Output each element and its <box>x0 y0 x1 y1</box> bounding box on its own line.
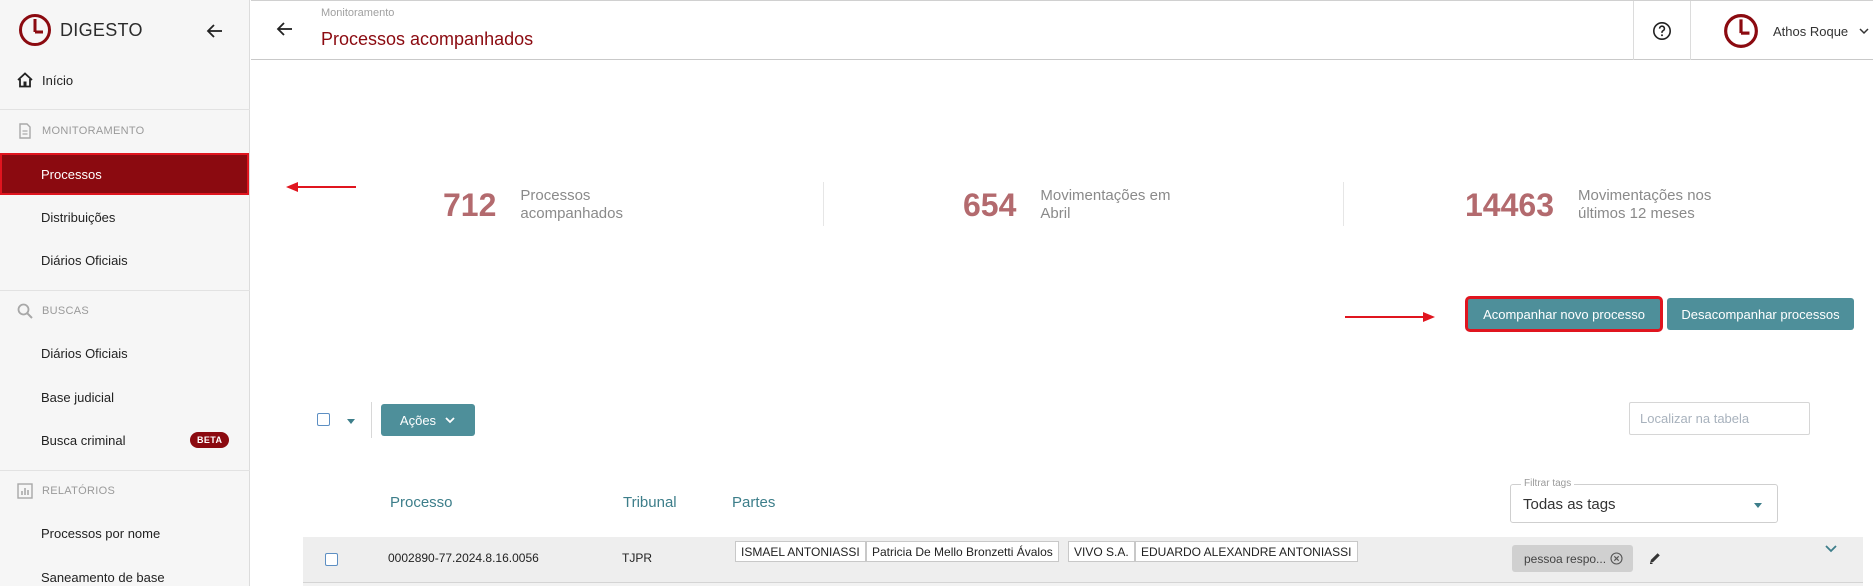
party-chip: EDUARDO ALEXANDRE ANTONIASSI <box>1135 541 1358 562</box>
edit-pencil-icon[interactable] <box>1648 551 1662 565</box>
beta-badge: BETA <box>190 432 230 448</box>
cell-processo[interactable]: 0002890-77.2024.8.16.0056 <box>388 551 539 565</box>
column-header-tribunal[interactable]: Tribunal <box>623 494 677 511</box>
tag-filter-label: Filtrar tags <box>1521 478 1575 489</box>
section-divider <box>0 470 250 471</box>
stat-divider <box>1343 182 1344 226</box>
stat-line: últimos 12 meses <box>1577 205 1695 222</box>
sidebar-item-label: Início <box>42 72 74 88</box>
search-icon <box>17 303 33 319</box>
column-header-processo[interactable]: Processo <box>390 494 453 511</box>
section-header-buscas: BUSCAS <box>16 301 89 321</box>
home-icon <box>17 72 33 88</box>
tag-chip-label: pessoa respo... <box>1524 551 1607 566</box>
sidebar-item-saneamento-de-base[interactable]: Saneamento de base <box>0 557 249 586</box>
tag-filter-select[interactable]: Filtrar tags Todas as tags <box>1510 478 1778 523</box>
breadcrumb[interactable]: Monitoramento <box>321 7 394 19</box>
column-header-partes[interactable]: Partes <box>732 494 775 511</box>
brand-name: DIGESTO <box>60 19 143 40</box>
section-title: BUSCAS <box>42 305 90 317</box>
user-avatar-logo-icon <box>1724 14 1758 48</box>
sidebar: DIGESTO Início MONITORAMENTO Processos D… <box>0 0 250 586</box>
annotation-arrow-right-icon <box>1345 312 1435 322</box>
caret-down-icon[interactable] <box>346 416 356 426</box>
collapse-sidebar-icon[interactable] <box>204 20 226 42</box>
actions-dropdown-button[interactable]: Ações <box>381 404 475 436</box>
sidebar-item-home[interactable]: Início <box>16 70 73 90</box>
stat-line: acompanhados <box>520 205 623 222</box>
section-title: MONITORAMENTO <box>42 125 145 137</box>
help-icon <box>1653 21 1671 40</box>
select-all-checkbox[interactable] <box>317 413 330 426</box>
expand-row-chevron-icon[interactable] <box>1824 543 1838 555</box>
section-title: RELATÓRIOS <box>42 485 116 497</box>
sidebar-item-processos-por-nome[interactable]: Processos por nome <box>0 513 249 553</box>
section-divider <box>0 109 250 110</box>
annotation-arrow-left-icon <box>286 182 356 192</box>
actions-label: Ações <box>399 412 437 428</box>
help-button[interactable] <box>1633 1 1691 60</box>
document-icon <box>19 123 31 139</box>
follow-new-process-button[interactable]: Acompanhar novo processo <box>1465 296 1663 332</box>
section-header-relatorios: RELATÓRIOS <box>16 481 115 501</box>
stat-line: Processos <box>520 187 591 204</box>
sidebar-item-diarios-oficiais-buscas[interactable]: Diários Oficiais <box>0 333 249 373</box>
sidebar-item-label: Busca criminal <box>41 432 126 448</box>
sidebar-item-distribuicoes[interactable]: Distribuições <box>0 197 249 237</box>
stat-line: Movimentações nos <box>1577 187 1712 204</box>
section-divider <box>0 290 250 291</box>
cell-tribunal: TJPR <box>622 551 652 565</box>
caret-down-icon <box>1754 503 1762 508</box>
stat-description: Movimentações nos últimos 12 meses <box>1578 187 1711 223</box>
table-search-input[interactable] <box>1629 402 1810 435</box>
party-chip: Patricia De Mello Bronzetti Ávalos <box>866 541 1059 562</box>
bar-chart-icon <box>17 483 33 499</box>
user-menu[interactable]: Athos Roque <box>1723 11 1870 51</box>
stat-line: Abril <box>1040 205 1071 222</box>
stat-description: Processos acompanhados <box>520 187 623 223</box>
stat-divider <box>823 182 824 226</box>
stat-processos-acompanhados: 712 Processos acompanhados <box>443 180 623 230</box>
tag-filter-value: Todas as tags <box>1523 496 1616 513</box>
row-checkbox[interactable] <box>325 553 338 566</box>
remove-tag-icon[interactable] <box>1610 552 1623 565</box>
chevron-down-icon <box>1859 28 1869 35</box>
page-title: Processos acompanhados <box>321 29 534 49</box>
sidebar-item-busca-criminal[interactable]: Busca criminal BETA <box>0 420 249 460</box>
party-chip: ISMAEL ANTONIASSI <box>735 541 866 562</box>
chevron-down-icon <box>445 417 455 424</box>
toolbar-divider <box>371 402 372 438</box>
sidebar-item-processos[interactable]: Processos <box>0 153 249 195</box>
stat-movimentacoes-12-meses: 14463 Movimentações nos últimos 12 meses <box>1465 180 1711 230</box>
sidebar-item-diarios-oficiais-monitoramento[interactable]: Diários Oficiais <box>0 240 249 280</box>
party-chip: VIVO S.A. <box>1068 541 1135 562</box>
stat-value: 14463 <box>1465 186 1554 223</box>
brand[interactable]: DIGESTO <box>18 12 143 48</box>
stat-description: Movimentações em Abril <box>1040 187 1170 223</box>
stat-value: 712 <box>443 186 497 223</box>
stat-line: Movimentações em <box>1040 187 1171 204</box>
back-arrow-icon[interactable] <box>275 19 295 39</box>
digesto-logo-icon <box>19 14 51 46</box>
sidebar-item-base-judicial[interactable]: Base judicial <box>0 377 249 417</box>
section-header-monitoramento: MONITORAMENTO <box>16 121 145 141</box>
user-name: Athos Roque <box>1773 23 1849 39</box>
tag-chip[interactable]: pessoa respo... <box>1512 545 1633 572</box>
top-bar: Monitoramento Processos acompanhados Ath… <box>251 0 1873 60</box>
stat-value: 654 <box>963 186 1017 223</box>
unfollow-processes-button[interactable]: Desacompanhar processos <box>1667 298 1854 330</box>
stat-movimentacoes-mes: 654 Movimentações em Abril <box>963 180 1170 230</box>
